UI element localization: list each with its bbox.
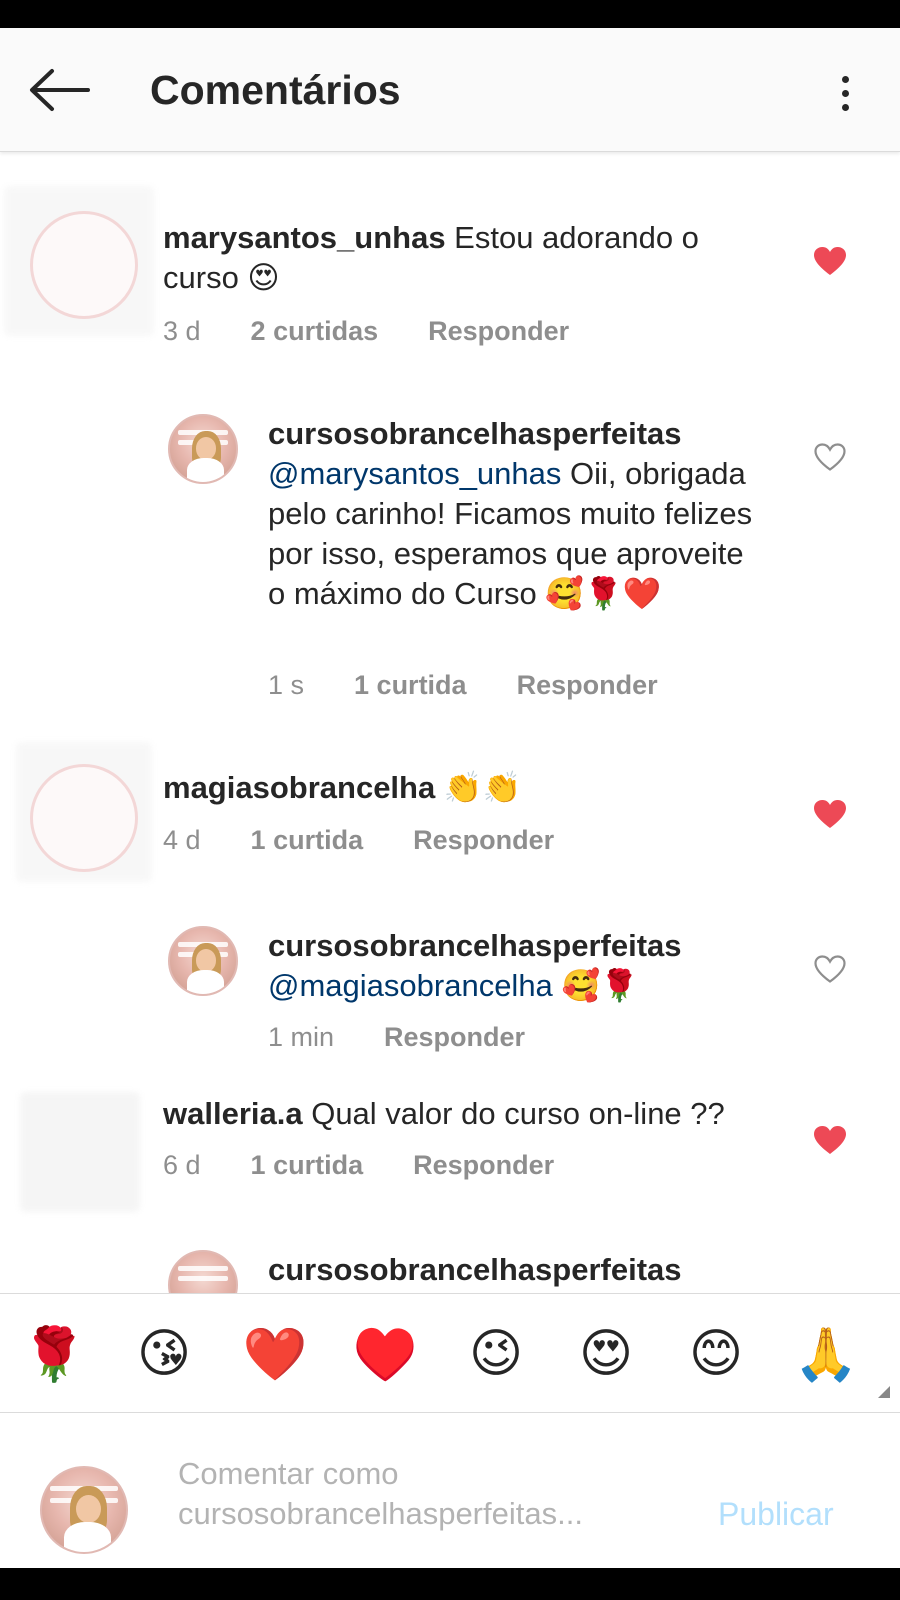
comment-mention[interactable]: @magiasobrancelha xyxy=(268,968,553,1003)
comment-meta: 6 d 1 curtida Responder xyxy=(163,1150,554,1181)
comment-text: Qual valor do curso on-line ?? xyxy=(302,1096,725,1131)
avatar[interactable] xyxy=(30,764,138,872)
comment-time: 1 s xyxy=(268,670,305,700)
emoji-heart-suit[interactable]: ♥️ xyxy=(351,1320,419,1388)
reply-button[interactable]: Responder xyxy=(428,316,569,347)
emoji-smile[interactable]: 😊 xyxy=(682,1320,750,1388)
comment-time: 6 d xyxy=(163,1150,201,1180)
comment-username[interactable]: cursosobrancelhasperfeitas xyxy=(268,1252,682,1287)
comment-body: cursosobrancelhasperfeitas @marysantos_u… xyxy=(268,414,768,614)
heart-filled-icon[interactable] xyxy=(813,1125,847,1155)
emoji-quick-bar: 🌹 😘 ❤️ ♥️ 😉 😍 😊 🙏 xyxy=(0,1293,900,1413)
heart-filled-icon[interactable] xyxy=(813,799,847,829)
avatar[interactable] xyxy=(20,1092,140,1212)
comment-time: 3 d xyxy=(163,316,201,346)
comment-reply-item: cursosobrancelhasperfeitas @magiasobranc… xyxy=(0,890,900,1070)
more-vertical-icon xyxy=(841,75,849,83)
comment-body: marysantos_unhas Estou adorando o curso … xyxy=(163,218,763,298)
comment-item: magiasobrancelha 👏👏 4 d 1 curtida Respon… xyxy=(0,728,900,882)
comment-body: magiasobrancelha 👏👏 xyxy=(163,768,763,808)
comment-emoji: 🥰🌹❤️ xyxy=(545,576,662,612)
arrow-left-icon xyxy=(30,69,90,111)
emoji-red-heart[interactable]: ❤️ xyxy=(241,1320,309,1388)
page-title: Comentários xyxy=(150,67,401,113)
comment-username[interactable]: marysantos_unhas xyxy=(163,220,446,255)
heart-outline-icon[interactable] xyxy=(813,954,847,984)
comment-username[interactable]: walleria.a xyxy=(163,1096,303,1131)
publish-button[interactable]: Publicar xyxy=(718,1496,834,1533)
emoji-rose[interactable]: 🌹 xyxy=(20,1320,88,1388)
emoji-pray[interactable]: 🙏 xyxy=(792,1320,860,1388)
comment-likes-link[interactable]: 1 curtida xyxy=(251,825,364,856)
comment-emoji: 🥰🌹 xyxy=(561,968,639,1004)
back-button[interactable] xyxy=(24,62,94,118)
avatar[interactable] xyxy=(30,211,138,319)
more-options-button[interactable] xyxy=(828,68,862,118)
comment-likes-link[interactable]: 1 curtida xyxy=(251,1150,364,1181)
emoji-wink[interactable]: 😉 xyxy=(462,1320,530,1388)
comment-meta: 3 d 2 curtidas Responder xyxy=(163,316,569,347)
comment-emoji: 😍 xyxy=(247,260,280,296)
system-nav-bar xyxy=(0,1568,900,1600)
comment-username[interactable]: cursosobrancelhasperfeitas xyxy=(268,416,682,451)
comment-username[interactable]: cursosobrancelhasperfeitas xyxy=(268,928,682,963)
comment-emoji: 👏👏 xyxy=(443,770,522,806)
comment-mention[interactable]: @marysantos_unhas xyxy=(268,456,561,491)
comment-meta: 4 d 1 curtida Responder xyxy=(163,825,554,856)
reply-button[interactable]: Responder xyxy=(384,1022,525,1053)
comment-input[interactable]: Comentar como cursosobrancelhasperfeitas… xyxy=(178,1454,678,1534)
comment-likes-link[interactable]: 1 curtida xyxy=(354,670,467,701)
reply-button[interactable]: Responder xyxy=(413,825,554,856)
avatar[interactable] xyxy=(168,414,238,484)
corner-indicator-icon xyxy=(878,1386,890,1398)
reply-button[interactable]: Responder xyxy=(413,1150,554,1181)
comment-meta: 1 min Responder xyxy=(268,1022,525,1053)
comment-body: cursosobrancelhasperfeitas xyxy=(268,1250,768,1290)
comment-time: 4 d xyxy=(163,825,201,855)
comment-username[interactable]: magiasobrancelha xyxy=(163,770,435,805)
comment-likes-link[interactable]: 2 curtidas xyxy=(251,316,379,347)
comment-body: cursosobrancelhasperfeitas @magiasobranc… xyxy=(268,926,768,1006)
top-app-bar: Comentários xyxy=(0,28,900,152)
status-bar xyxy=(0,0,900,28)
comments-screen: Comentários marysantos_unhas Estou adora… xyxy=(0,28,900,1568)
emoji-kiss[interactable]: 😘 xyxy=(130,1320,198,1388)
emoji-heart-eyes[interactable]: 😍 xyxy=(572,1320,640,1388)
heart-outline-icon[interactable] xyxy=(813,442,847,472)
comment-time: 1 min xyxy=(268,1022,335,1052)
reply-button[interactable]: Responder xyxy=(517,670,658,701)
comment-reply-item: cursosobrancelhasperfeitas @marysantos_u… xyxy=(0,378,900,718)
avatar[interactable] xyxy=(168,926,238,996)
own-avatar xyxy=(40,1466,128,1554)
comment-meta: 1 s 1 curtida Responder xyxy=(268,670,658,701)
comment-item: marysantos_unhas Estou adorando o curso … xyxy=(0,178,900,368)
heart-filled-icon[interactable] xyxy=(813,246,847,276)
comment-item: walleria.a Qual valor do curso on-line ?… xyxy=(0,1086,900,1236)
comment-body: walleria.a Qual valor do curso on-line ?… xyxy=(163,1094,803,1134)
comment-text xyxy=(435,770,444,805)
comment-composer: Comentar como cursosobrancelhasperfeitas… xyxy=(0,1414,900,1568)
